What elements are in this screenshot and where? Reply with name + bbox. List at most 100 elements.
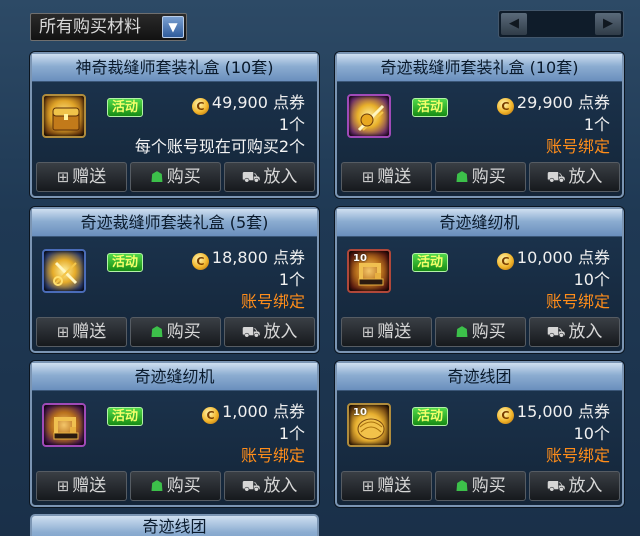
- item-actions: ⊞ 赠送 ☗ 购买 ⛟ 放入: [36, 317, 315, 347]
- treasure-chest-icon[interactable]: [42, 94, 86, 138]
- buy-icon: ☗: [150, 168, 164, 186]
- gift-label: 赠送: [377, 322, 412, 342]
- item-price: C 10,000 点券: [496, 247, 610, 270]
- item-actions: ⊞ 赠送 ☗ 购买 ⛟ 放入: [341, 162, 620, 192]
- add-to-cart-button[interactable]: ⛟ 放入: [224, 317, 315, 347]
- page-navigator: ◀ ▶: [498, 10, 624, 38]
- add-to-cart-button[interactable]: ⛟ 放入: [224, 471, 315, 501]
- item-actions: ⊞ 赠送 ☗ 购买 ⛟ 放入: [341, 317, 620, 347]
- item-body: 活动 C 29,900 点券 1个 账号绑定: [337, 82, 622, 162]
- item-title: 奇迹缝纫机: [32, 363, 317, 391]
- filter-selected-label: 所有购买材料: [39, 17, 141, 37]
- buy-button[interactable]: ☗ 购买: [130, 317, 221, 347]
- cart-icon: ⛟: [241, 168, 261, 186]
- item-note: 账号绑定: [545, 292, 610, 311]
- item-price-value: 15,000 点券: [516, 402, 610, 421]
- buy-label: 购买: [166, 167, 201, 187]
- event-badge: 活动: [107, 98, 143, 117]
- event-badge: 活动: [107, 253, 143, 272]
- chevron-down-icon[interactable]: ▼: [162, 16, 184, 38]
- buy-button[interactable]: ☗ 购买: [435, 471, 526, 501]
- item-price: C 49,900 点券: [191, 92, 305, 115]
- buy-button[interactable]: ☗ 购买: [130, 162, 221, 192]
- put-label: 放入: [568, 322, 603, 342]
- gift-button[interactable]: ⊞ 赠送: [36, 471, 127, 501]
- cart-icon: ⛟: [546, 323, 566, 341]
- item-quantity: 1个: [278, 115, 305, 134]
- gift-button[interactable]: ⊞ 赠送: [341, 317, 432, 347]
- partial-item-card-title: 奇迹线团: [30, 514, 319, 536]
- coupon-coin-icon: C: [496, 253, 514, 270]
- item-price: C 29,900 点券: [496, 92, 610, 115]
- item-title: 神奇裁缝师套装礼盒 (10套): [32, 54, 317, 82]
- cart-icon: ⛟: [241, 477, 261, 495]
- buy-icon: ☗: [455, 168, 469, 186]
- item-body: 活动 C 18,800 点券 1个 账号绑定: [32, 237, 317, 317]
- item-card: 奇迹缝纫机 10 活动 C 10,000 点券 10个 账号绑定 ⊞ 赠送 ☗ 购买 …: [335, 207, 624, 353]
- event-badge: 活动: [412, 253, 448, 272]
- buy-label: 购买: [471, 322, 506, 342]
- golden-thread-box-icon[interactable]: [347, 94, 391, 138]
- gift-label: 赠送: [72, 322, 107, 342]
- item-body: 10 活动 C 10,000 点券 10个 账号绑定: [337, 237, 622, 317]
- coupon-coin-icon: C: [191, 253, 209, 270]
- gift-icon: ⊞: [361, 168, 375, 186]
- buy-button[interactable]: ☗ 购买: [130, 471, 221, 501]
- gift-label: 赠送: [72, 476, 107, 496]
- material-filter-dropdown[interactable]: 所有购买材料 ▼: [30, 13, 187, 41]
- item-title: 奇迹线团: [337, 363, 622, 391]
- gift-label: 赠送: [377, 167, 412, 187]
- add-to-cart-button[interactable]: ⛟ 放入: [529, 317, 620, 347]
- put-label: 放入: [263, 322, 298, 342]
- gift-icon: ⊞: [56, 168, 70, 186]
- item-card: 奇迹线团 10 活动 C 15,000 点券 10个 账号绑定 ⊞ 赠送 ☗ 购买 ⛟…: [335, 361, 624, 507]
- put-label: 放入: [568, 476, 603, 496]
- coupon-coin-icon: C: [202, 407, 220, 424]
- item-body: 活动 C 49,900 点券 1个 每个账号现在可购买2个: [32, 82, 317, 162]
- item-price: C 15,000 点券: [496, 401, 610, 424]
- top-bar: 所有购买材料 ▼ ◀ ▶: [0, 0, 640, 48]
- gift-button[interactable]: ⊞ 赠送: [341, 162, 432, 192]
- gift-label: 赠送: [72, 167, 107, 187]
- sewing-machine-icon[interactable]: [42, 403, 86, 447]
- next-page-button[interactable]: ▶: [595, 13, 621, 35]
- put-label: 放入: [263, 167, 298, 187]
- gift-button[interactable]: ⊞ 赠送: [36, 162, 127, 192]
- coupon-coin-icon: C: [496, 98, 514, 115]
- item-quantity: 1个: [278, 424, 305, 443]
- item-actions: ⊞ 赠送 ☗ 购买 ⛟ 放入: [36, 162, 315, 192]
- event-badge: 活动: [107, 407, 143, 426]
- item-body: 10 活动 C 15,000 点券 10个 账号绑定: [337, 391, 622, 471]
- gift-label: 赠送: [377, 476, 412, 496]
- item-note: 账号绑定: [240, 292, 305, 311]
- item-body: 活动 C 1,000 点券 1个 账号绑定: [32, 391, 317, 471]
- add-to-cart-button[interactable]: ⛟ 放入: [529, 471, 620, 501]
- put-label: 放入: [568, 167, 603, 187]
- cart-icon: ⛟: [241, 323, 261, 341]
- yarn-ball-icon[interactable]: 10: [347, 403, 391, 447]
- add-to-cart-button[interactable]: ⛟ 放入: [224, 162, 315, 192]
- golden-scissors-icon[interactable]: [42, 249, 86, 293]
- gift-button[interactable]: ⊞ 赠送: [341, 471, 432, 501]
- prev-page-button[interactable]: ◀: [501, 13, 527, 35]
- item-price-value: 49,900 点券: [211, 93, 305, 112]
- item-price: C 18,800 点券: [191, 247, 305, 270]
- sewing-machine-icon[interactable]: 10: [347, 249, 391, 293]
- item-title: 奇迹裁缝师套装礼盒 (10套): [337, 54, 622, 82]
- buy-button[interactable]: ☗ 购买: [435, 162, 526, 192]
- add-to-cart-button[interactable]: ⛟ 放入: [529, 162, 620, 192]
- gift-icon: ⊞: [361, 477, 375, 495]
- item-actions: ⊞ 赠送 ☗ 购买 ⛟ 放入: [36, 471, 315, 501]
- buy-label: 购买: [166, 476, 201, 496]
- item-card: 神奇裁缝师套装礼盒 (10套) 活动 C 49,900 点券 1个 每个账号现在可…: [30, 52, 319, 198]
- buy-icon: ☗: [455, 323, 469, 341]
- stack-count: 10: [353, 253, 367, 264]
- item-note: 每个账号现在可购买2个: [134, 137, 305, 156]
- buy-icon: ☗: [455, 477, 469, 495]
- item-note: 账号绑定: [240, 446, 305, 465]
- event-badge: 活动: [412, 98, 448, 117]
- gift-button[interactable]: ⊞ 赠送: [36, 317, 127, 347]
- item-price: C 1,000 点券: [202, 401, 305, 424]
- item-card: 奇迹缝纫机 活动 C 1,000 点券 1个 账号绑定 ⊞ 赠送 ☗ 购买 ⛟ 放入: [30, 361, 319, 507]
- buy-button[interactable]: ☗ 购买: [435, 317, 526, 347]
